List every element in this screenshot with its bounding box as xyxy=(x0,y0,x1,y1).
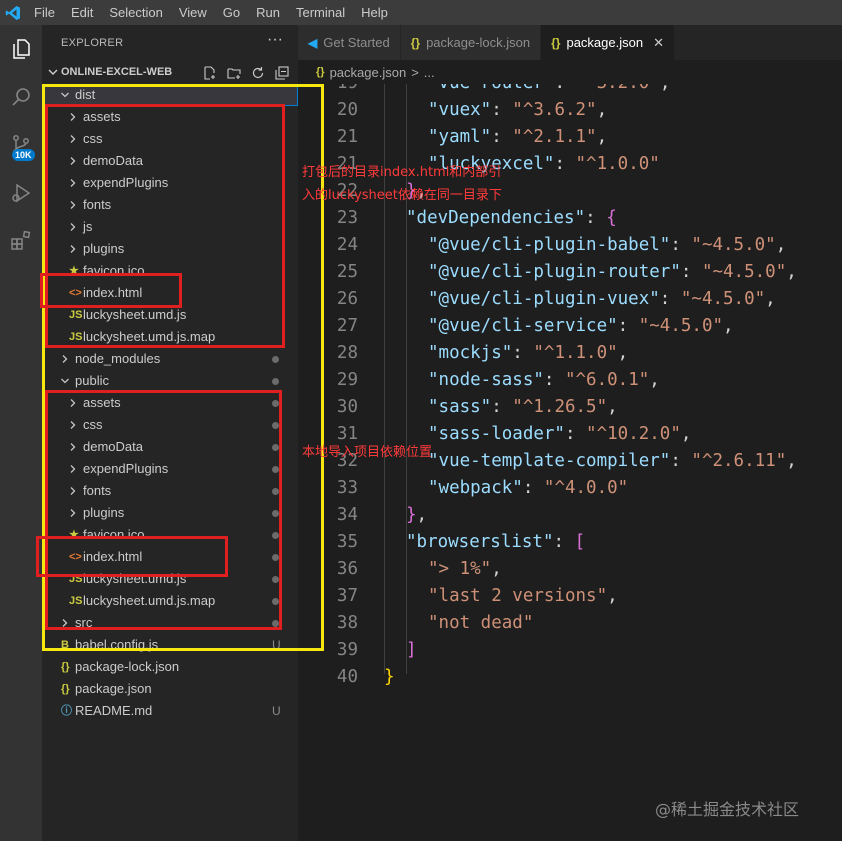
public-index-highlight-box xyxy=(36,536,228,577)
code-text: "@vue/cli-plugin-vuex": "~4.5.0", xyxy=(428,289,776,309)
menu-file[interactable]: File xyxy=(26,0,63,25)
code-text: "> 1%", xyxy=(428,559,502,579)
code-text: "node-sass": "^6.0.1", xyxy=(428,370,660,390)
vscode-icon: ◀ xyxy=(308,35,318,50)
code-text: } xyxy=(384,667,395,687)
refresh-icon[interactable] xyxy=(250,65,266,81)
dist-contents-highlight-box xyxy=(45,104,285,348)
tab-label: Get Started xyxy=(323,35,390,50)
json-file-icon: {} xyxy=(316,66,325,78)
breadcrumb-more[interactable]: ... xyxy=(424,65,435,80)
code-text: "sass-loader": "^10.2.0", xyxy=(428,424,692,444)
menu-terminal[interactable]: Terminal xyxy=(288,0,353,25)
json-file-icon: {} xyxy=(61,683,70,695)
code-text: "vuex": "^3.6.2", xyxy=(428,100,608,120)
editor-tabs: ◀ Get Started {} package-lock.json {} package… xyxy=(298,25,842,60)
code-text: "@vue/cli-plugin-babel": "~4.5.0", xyxy=(428,235,787,255)
code-text: "vue-router": "^3.2.0", xyxy=(428,84,670,97)
menu-help[interactable]: Help xyxy=(353,0,396,25)
menu-selection[interactable]: Selection xyxy=(101,0,170,25)
source-control-badge: 10K xyxy=(12,149,35,161)
json-file-icon: {} xyxy=(551,35,561,50)
menu-go[interactable]: Go xyxy=(215,0,248,25)
watermark: @稀土掘金技术社区 xyxy=(655,800,800,819)
public-annotation: 本地导入项目依赖位置 xyxy=(302,445,433,460)
chevron-down-icon xyxy=(48,69,58,75)
code-text: "devDependencies": { xyxy=(406,208,617,228)
tree-item-label: package.json xyxy=(75,681,152,696)
new-file-icon[interactable] xyxy=(202,65,218,81)
code-text: "@vue/cli-service": "~4.5.0", xyxy=(428,316,734,336)
json-file-icon: {} xyxy=(61,661,70,673)
more-actions-icon[interactable]: ··· xyxy=(267,31,283,49)
tab-label: package.json xyxy=(566,35,644,50)
dist-annotation-line2: 入的luckysheet依赖在同一目录下 xyxy=(302,188,502,203)
menu-bar: File Edit Selection View Go Run Terminal Help xyxy=(0,0,842,25)
extensions-icon[interactable] xyxy=(5,225,37,257)
menu-edit[interactable]: Edit xyxy=(63,0,101,25)
collapse-all-icon[interactable] xyxy=(274,65,290,81)
project-name: ONLINE-EXCEL-WEB xyxy=(61,66,173,78)
code-text: "mockjs": "^1.1.0", xyxy=(428,343,629,363)
breadcrumb-separator: > xyxy=(411,64,419,80)
activity-bar: 10K xyxy=(0,25,42,841)
tab-get-started[interactable]: ◀ Get Started xyxy=(298,25,401,60)
explorer-title: EXPLORER xyxy=(61,37,124,49)
tree-file[interactable]: {} package.json xyxy=(42,678,298,700)
close-icon[interactable]: ✕ xyxy=(653,35,664,51)
tree-file[interactable]: {} package-lock.json xyxy=(42,656,298,678)
code-text: ] xyxy=(406,640,417,660)
project-header[interactable]: ONLINE-EXCEL-WEB xyxy=(42,62,298,84)
menu-view[interactable]: View xyxy=(171,0,215,25)
breadcrumb: {} package.json > ... xyxy=(298,60,842,84)
code-text: "yaml": "^2.1.1", xyxy=(428,127,608,147)
code-text: "vue-template-compiler": "^2.6.11", xyxy=(428,451,797,471)
tab-package-json[interactable]: {} package.json ✕ xyxy=(541,25,675,60)
git-status-untracked: U xyxy=(272,704,281,718)
new-folder-icon[interactable] xyxy=(226,65,242,81)
tree-item-label: README.md xyxy=(75,703,153,718)
dist-index-highlight-box xyxy=(40,273,182,308)
breadcrumb-file[interactable]: package.json xyxy=(330,65,407,80)
code-text: "@vue/cli-plugin-router": "~4.5.0", xyxy=(428,262,797,282)
run-debug-icon[interactable] xyxy=(5,177,37,209)
explorer-icon[interactable] xyxy=(5,33,37,65)
code-text: "not dead" xyxy=(428,613,534,633)
dist-annotation-line1: 打包后的目录index.html和内部引 xyxy=(302,165,502,180)
code-text: "webpack": "^4.0.0" xyxy=(428,478,629,498)
code-text: "browserslist": [ xyxy=(406,532,586,552)
code-text: "sass": "^1.26.5", xyxy=(428,397,618,417)
json-file-icon: {} xyxy=(410,35,421,50)
line-number: 40 xyxy=(336,667,358,687)
code-text: "last 2 versions", xyxy=(428,586,618,606)
tree-file[interactable]: ⓘ README.md U xyxy=(42,700,298,722)
search-icon[interactable] xyxy=(5,81,37,113)
tab-package-lock-json[interactable]: {} package-lock.json xyxy=(400,25,542,60)
menu-run[interactable]: Run xyxy=(248,0,288,25)
vscode-logo-icon[interactable] xyxy=(0,0,26,25)
markdown-file-icon: ⓘ xyxy=(61,705,72,717)
public-contents-highlight-box xyxy=(45,390,282,630)
tab-label: package-lock.json xyxy=(426,35,531,50)
code-text: }, xyxy=(406,505,428,525)
tree-item-label: package-lock.json xyxy=(75,659,180,674)
